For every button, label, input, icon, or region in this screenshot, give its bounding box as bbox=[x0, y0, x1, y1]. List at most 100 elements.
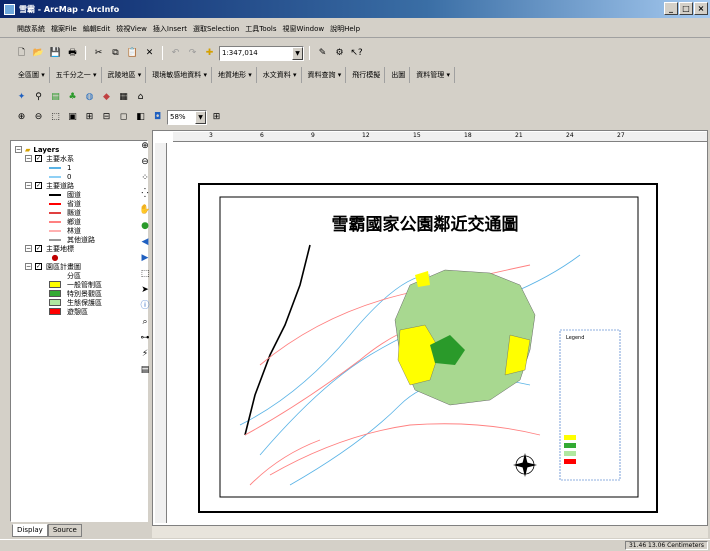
full-extent-icon[interactable]: ● bbox=[139, 220, 151, 233]
minimize-button[interactable]: _ bbox=[664, 2, 678, 15]
open-folder-icon[interactable]: 📂 bbox=[31, 46, 46, 61]
layer-checkbox[interactable]: ✓ bbox=[35, 245, 42, 252]
map-title: 雪霸國家公園鄰近交通圖 bbox=[332, 214, 519, 235]
change-layout-icon[interactable]: ⊞ bbox=[209, 110, 224, 125]
horizontal-scrollbar[interactable] bbox=[152, 526, 708, 538]
tab-display[interactable]: Display bbox=[12, 524, 48, 537]
globe-icon[interactable]: ◍ bbox=[82, 90, 97, 105]
toggle-draft-icon[interactable]: ◧ bbox=[133, 110, 148, 125]
shapes-icon[interactable]: ◆ bbox=[99, 90, 114, 105]
table-icon[interactable]: ▦ bbox=[116, 90, 131, 105]
collapse-icon[interactable]: − bbox=[25, 155, 32, 162]
zoom-combo[interactable]: 58% ▼ bbox=[167, 109, 207, 125]
menu-export-map[interactable]: 出圖 bbox=[387, 67, 411, 83]
fixed-zoom-out-icon[interactable]: ⊟ bbox=[99, 110, 114, 125]
layer-checkbox[interactable]: ✓ bbox=[35, 155, 42, 162]
pan-page-icon[interactable]: ⬚ bbox=[48, 110, 63, 125]
menu-hydrology[interactable]: 水文資料 ▾ bbox=[259, 67, 302, 83]
building-icon[interactable]: ⌂ bbox=[133, 90, 148, 105]
close-button[interactable]: × bbox=[694, 2, 708, 15]
zoom-in-page-icon[interactable]: ⊕ bbox=[14, 110, 29, 125]
fixed-zoom-in-icon[interactable]: ⁘ bbox=[139, 172, 151, 185]
menu-help[interactable]: 說明Help bbox=[327, 24, 363, 34]
identify-icon[interactable]: ⓘ bbox=[139, 300, 151, 313]
editor-icon[interactable]: ✎ bbox=[315, 46, 330, 61]
toc-layer[interactable]: − ✓ 主要水系 bbox=[25, 154, 74, 163]
pan-3d-icon[interactable]: ✦ bbox=[14, 90, 29, 105]
menu-open-system[interactable]: 開啟系統 bbox=[14, 24, 48, 34]
zoom-out-page-icon[interactable]: ⊖ bbox=[31, 110, 46, 125]
ruler-tick-label: 12 bbox=[362, 132, 370, 139]
scale-combo[interactable]: 1:347,014 ▼ bbox=[219, 45, 304, 61]
zoom-whole-page-icon[interactable]: ▣ bbox=[65, 110, 80, 125]
ruler-tick-label: 9 bbox=[311, 132, 315, 139]
back-arrow-icon[interactable]: ◀ bbox=[139, 236, 151, 249]
chevron-down-icon[interactable]: ▼ bbox=[195, 110, 206, 124]
menu-file[interactable]: 檔案File bbox=[48, 24, 80, 34]
tree-icon[interactable]: ♣ bbox=[65, 90, 80, 105]
measure-icon[interactable]: ⊶ bbox=[139, 332, 151, 345]
zoom-in-icon[interactable]: ⊕ bbox=[139, 140, 151, 153]
zoom-out-icon[interactable]: ⊖ bbox=[139, 156, 151, 169]
menu-insert[interactable]: 插入Insert bbox=[150, 24, 190, 34]
arctoolbox-icon[interactable]: ⚙ bbox=[332, 46, 347, 61]
whats-this-icon[interactable]: ↖? bbox=[349, 46, 364, 61]
menu-selection[interactable]: 選取Selection bbox=[190, 24, 242, 34]
paste-icon[interactable]: 📋 bbox=[125, 46, 140, 61]
collapse-icon[interactable]: − bbox=[15, 146, 22, 153]
layout-view[interactable]: 3 6 9 12 15 18 21 24 27 雪霸國家公園鄰近交通圖 Legend bbox=[152, 130, 708, 526]
fill-symbol bbox=[49, 281, 61, 288]
ruler-tick-label: 27 bbox=[617, 132, 625, 139]
line-symbol bbox=[49, 175, 61, 178]
html-popup-icon[interactable]: ▤ bbox=[139, 364, 151, 377]
collapse-icon[interactable]: − bbox=[25, 182, 32, 189]
chevron-down-icon[interactable]: ▼ bbox=[292, 46, 303, 60]
menu-1-5000[interactable]: 五千分之一 ▾ bbox=[52, 67, 102, 83]
maximize-button[interactable]: □ bbox=[679, 2, 693, 15]
collapse-icon[interactable]: − bbox=[25, 263, 32, 270]
menu-sensitive-areas[interactable]: 環境敏感地資料 ▾ bbox=[148, 67, 212, 83]
copy-icon[interactable]: ⧉ bbox=[108, 46, 123, 61]
menu-wuling[interactable]: 武陵地區 ▾ bbox=[104, 67, 147, 83]
redo-icon[interactable]: ↷ bbox=[185, 46, 200, 61]
toolbar-separator bbox=[162, 46, 163, 60]
layer-icon[interactable]: ▤ bbox=[48, 90, 63, 105]
collapse-icon[interactable]: − bbox=[25, 245, 32, 252]
fixed-zoom-out-icon[interactable]: ⁛ bbox=[139, 188, 151, 201]
select-features-icon[interactable]: ⬚ bbox=[139, 268, 151, 281]
menu-overview[interactable]: 全區圖 ▾ bbox=[14, 67, 50, 83]
menu-edit[interactable]: 編輯Edit bbox=[80, 24, 114, 34]
pan-hand-icon[interactable]: ✋ bbox=[139, 204, 151, 217]
line-symbol bbox=[49, 202, 61, 205]
find-icon[interactable]: ⌕ bbox=[139, 316, 151, 329]
menu-tools[interactable]: 工具Tools bbox=[242, 24, 279, 34]
menu-view[interactable]: 檢視View bbox=[113, 24, 150, 34]
fixed-zoom-in-icon[interactable]: ⊞ bbox=[82, 110, 97, 125]
hyperlink-tool-icon[interactable]: ⚡ bbox=[139, 348, 151, 361]
zoom-100-icon[interactable]: ◻ bbox=[116, 110, 131, 125]
layer-checkbox[interactable]: ✓ bbox=[35, 263, 42, 270]
toc-symbol-item: 1 bbox=[49, 163, 71, 172]
legend-label: 遊憩區 bbox=[67, 307, 88, 316]
tab-source[interactable]: Source bbox=[47, 524, 82, 537]
menu-data-manage[interactable]: 資料管理 ▾ bbox=[412, 67, 455, 83]
line-symbol bbox=[49, 238, 61, 241]
add-data-icon[interactable]: ✚ bbox=[202, 46, 217, 61]
undo-icon[interactable]: ↶ bbox=[168, 46, 183, 61]
menu-query[interactable]: 資料查詢 ▾ bbox=[304, 67, 347, 83]
cut-icon[interactable]: ✂ bbox=[91, 46, 106, 61]
hyperlink-icon[interactable]: ⚲ bbox=[31, 90, 46, 105]
menu-flight-sim[interactable]: 飛行模擬 bbox=[348, 67, 386, 83]
forward-arrow-icon[interactable]: ▶ bbox=[139, 252, 151, 265]
save-icon[interactable]: 💾 bbox=[48, 46, 63, 61]
menu-geology[interactable]: 地質地形 ▾ bbox=[214, 67, 257, 83]
line-symbol bbox=[49, 166, 61, 169]
focus-data-frame-icon[interactable]: ◘ bbox=[150, 110, 165, 125]
delete-icon[interactable]: ✕ bbox=[142, 46, 157, 61]
toc-layer[interactable]: − ✓ 主要地標 bbox=[25, 244, 74, 253]
new-file-icon[interactable]: 🗋 bbox=[14, 46, 29, 61]
select-elements-icon[interactable]: ➤ bbox=[139, 284, 151, 297]
print-icon[interactable]: 🖶 bbox=[65, 46, 80, 61]
menu-window[interactable]: 視窗Window bbox=[280, 24, 328, 34]
layer-checkbox[interactable]: ✓ bbox=[35, 182, 42, 189]
